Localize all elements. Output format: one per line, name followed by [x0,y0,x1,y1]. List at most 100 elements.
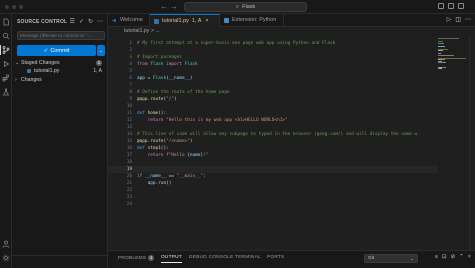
code-line[interactable]: 22 [108,187,438,194]
code-line[interactable]: 11 def home(): [108,110,438,117]
more-actions-icon[interactable]: ⋯ [465,16,471,23]
close-tab-icon[interactable]: × [205,18,208,24]
maximize-panel-icon[interactable]: ⌃ [459,254,464,260]
code-token: Flask [184,62,198,67]
split-editor-icon[interactable]: ◫ [455,16,461,23]
settings-gear-icon[interactable] [2,254,10,262]
refresh-icon[interactable]: ↻ [88,18,93,25]
code-token: !" [203,153,209,158]
code-line[interactable]: 14 # This line of code will allow any sub… [108,131,438,138]
tab-welcome[interactable]: Welcome [108,14,150,27]
commit-dropdown-button[interactable]: ⌄ [97,45,105,56]
panel-tab-terminal[interactable]: TERMINAL [235,255,261,260]
commit-button-label: Commit [50,47,70,54]
code-line[interactable]: 2 [108,47,438,54]
command-center-search[interactable]: ⌕ Flask [184,2,307,12]
line-number: 4 [129,62,132,67]
python-file-icon [154,19,159,24]
source-control-icon[interactable] [2,46,10,54]
code-text: @app.route("/") [137,96,177,103]
code-token: # Define the route of the home page [137,90,230,95]
close-panel-icon[interactable]: × [468,254,471,260]
commit-message-input[interactable] [17,31,105,40]
list-filter-icon[interactable]: ≡ [435,254,438,260]
code-line[interactable]: 23 [108,194,438,201]
clear-output-icon[interactable]: ⊘ [451,254,456,260]
code-line[interactable]: 12 return "Hello this is my web app <h1>… [108,117,438,124]
code-line[interactable]: 24 [108,201,438,208]
code-line[interactable]: 18 [108,159,438,166]
editor-scrollbar[interactable] [469,36,475,250]
toggle-panel-icon[interactable] [448,3,454,9]
lock-scroll-icon[interactable]: ⊡ [442,254,447,260]
forward-arrow-icon[interactable]: → [170,2,178,12]
code-token: # My first attempt at a super-basic one … [137,41,336,46]
zoom-window-icon[interactable] [19,5,23,9]
extensions-icon[interactable] [2,74,10,82]
run-debug-icon[interactable] [2,60,10,68]
python-file-icon [27,69,31,73]
close-window-icon[interactable] [5,5,9,9]
changes-group[interactable]: › Changes [12,76,107,84]
line-number: 21 [126,181,132,186]
line-number: 7 [129,83,132,88]
toggle-sidebar-icon[interactable] [438,3,444,9]
line-number: 24 [126,202,132,207]
panel-tab-label: PORTS [267,255,285,260]
minimize-window-icon[interactable] [12,5,16,9]
code-text: app.run() [137,180,172,187]
testing-icon[interactable] [2,88,10,96]
code-line[interactable]: 10 [108,103,438,110]
code-token: __name__ [168,76,190,81]
tab-label: tutorial1.py [162,18,189,24]
explorer-icon[interactable] [2,18,10,26]
panel-tab-problems[interactable]: PROBLEMS 1 [118,255,155,261]
code-line[interactable]: 20 if __name__ == "__main__": [108,173,438,180]
staged-file-row[interactable]: tutorial1.py 1, A [12,67,107,75]
code-line[interactable]: 4 from flask import Flask [108,61,438,68]
code-line[interactable]: 21 app.run() [108,180,438,187]
code-line[interactable]: 1 # My first attempt at a super-basic one… [108,40,438,47]
code-editor[interactable]: 1 # My first attempt at a super-basic one… [108,36,438,250]
code-line[interactable]: 17 return f"Hello {name}!" [108,152,438,159]
view-as-list-icon[interactable]: ☰ [70,18,75,25]
code-token: run [158,181,167,186]
line-number: 15 [126,139,132,144]
chevron-down-icon: ⌄ [98,47,104,54]
panel-tab-debug-console[interactable]: DEBUG CONSOLE [189,255,233,260]
code-line[interactable]: 6 app = Flask(__name__) [108,75,438,82]
code-line[interactable]: 13 [108,124,438,131]
search-icon[interactable] [2,32,10,40]
code-token: (): [160,146,169,151]
code-line[interactable]: 15 @app.route("/<name>") [108,138,438,145]
file-status-text: 1, A [93,68,102,74]
tab-extension-python[interactable]: Extension: Python [220,14,284,27]
code-line[interactable]: 3 # Import packages [108,54,438,61]
more-actions-icon[interactable]: ⋯ [97,18,103,25]
back-arrow-icon[interactable]: ← [160,2,168,12]
code-line[interactable]: 7 [108,82,438,89]
code-line[interactable]: 5 [108,68,438,75]
chevron-right-icon: › [15,77,17,83]
tab-tutorial1-py[interactable]: tutorial1.py 1, A × [150,14,220,27]
panel-tab-output[interactable]: OUTPUT [161,255,182,263]
customize-layout-icon[interactable] [458,3,464,9]
problems-count-badge: 1 [148,255,155,261]
commit-button[interactable]: ✓ Commit [17,45,96,56]
code-line[interactable]: 9 @app.route("/") [108,96,438,103]
account-icon[interactable] [2,240,10,248]
code-token: ) [189,139,193,144]
code-token: f"Hello [166,153,188,158]
staged-changes-group[interactable]: ⌄ Staged Changes 1 [12,59,107,67]
minimap[interactable] [438,36,468,76]
commit-check-icon[interactable]: ✓ [79,18,84,25]
panel-tab-ports[interactable]: PORTS [267,255,284,260]
breadcrumb[interactable]: tutorial1.py > ... [108,27,438,36]
code-line[interactable]: 16 def step1(): [108,145,438,152]
code-line[interactable]: 8 # Define the route of the home page [108,89,438,96]
code-text: from flask import Flask [137,61,198,68]
output-channel-select[interactable]: Git ⌄ [364,254,418,263]
run-python-file-icon[interactable]: ▷ [447,16,452,23]
code-line[interactable]: 19 [108,166,438,173]
code-token: "/" [166,97,175,102]
